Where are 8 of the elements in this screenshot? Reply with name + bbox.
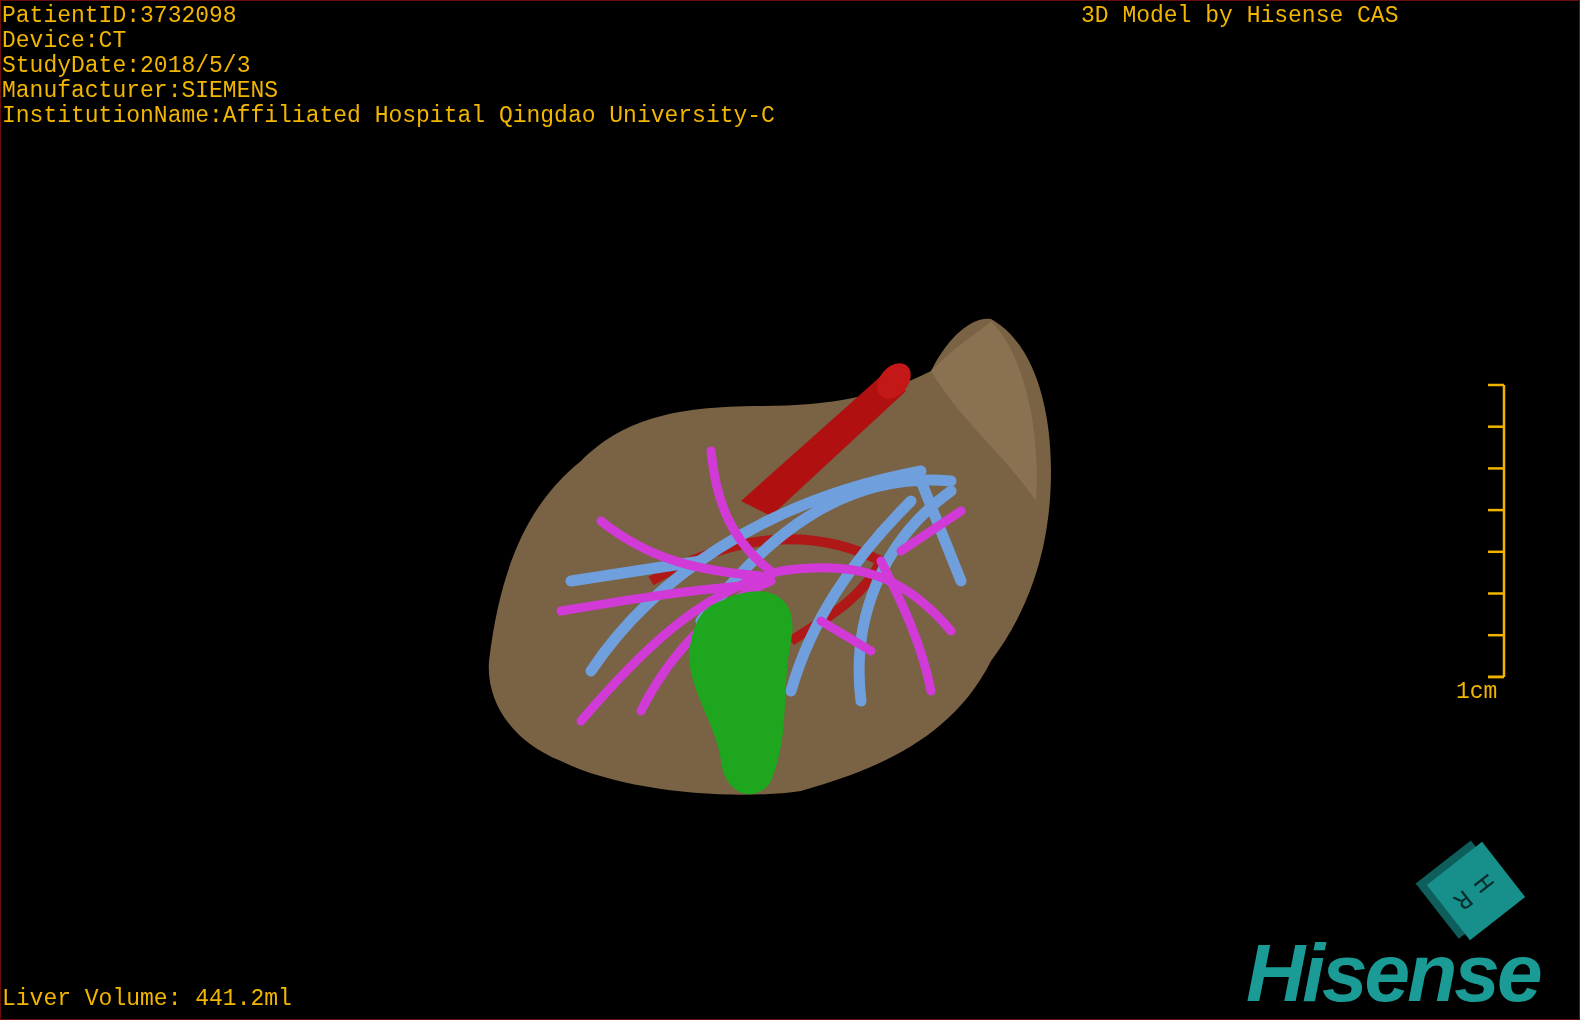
patient-info-text: Manufacturer:SIEMENS bbox=[2, 79, 280, 104]
patient-info-text: PatientID:3732098 bbox=[2, 4, 238, 29]
patient-info-text: StudyDate:2018/5/3 bbox=[2, 54, 252, 79]
liver-volume-text: Liver Volume: 441.2ml bbox=[2, 987, 292, 1012]
patient-info-text: InstitutionName:Affiliated Hospital Qingdao University-C bbox=[2, 104, 775, 129]
patient-info-text: Device:CT bbox=[2, 29, 128, 54]
scale-label: 1cm bbox=[1456, 680, 1498, 705]
viewer-title: 3D Model by Hisense CAS bbox=[1081, 4, 1399, 29]
